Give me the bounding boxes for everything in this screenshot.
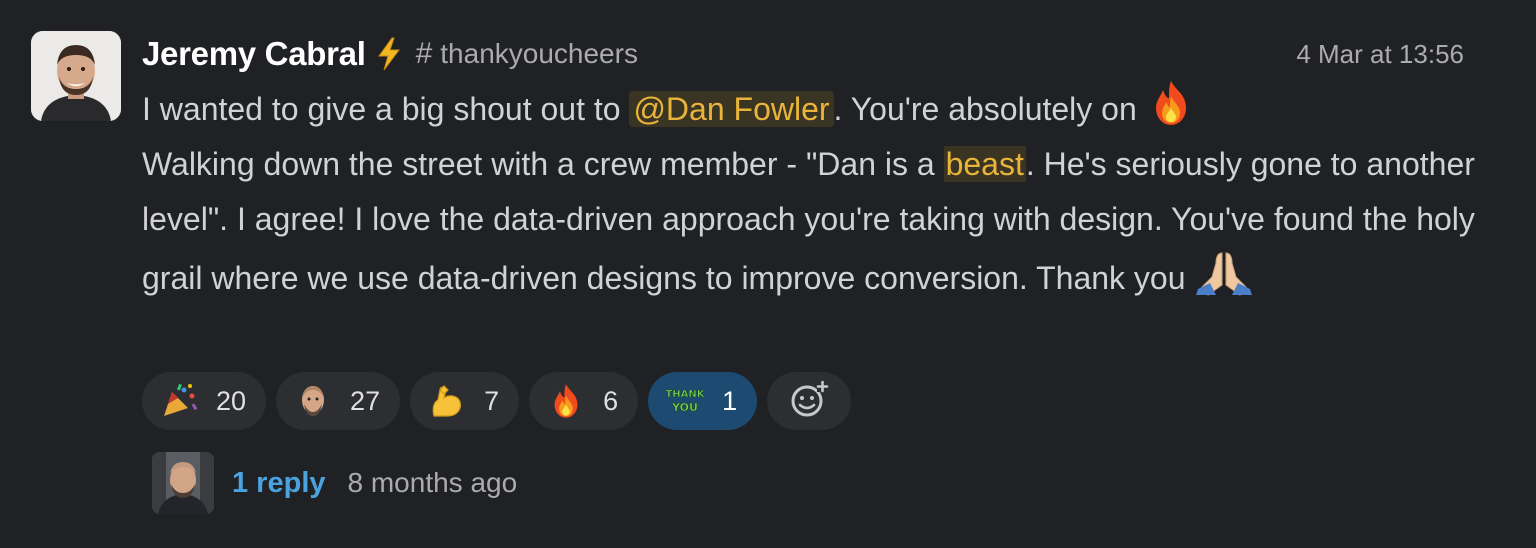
message-timestamp[interactable]: 4 Mar at 13:56 [1296, 39, 1464, 70]
reaction-count: 27 [350, 385, 381, 416]
reaction-count: 20 [216, 385, 247, 416]
message-header: Jeremy Cabral # thankyoucheers 4 Mar at … [142, 30, 1472, 78]
flexed-biceps-icon [428, 382, 466, 420]
reaction-custom-face[interactable]: 27 [276, 372, 401, 430]
custom-face-icon [294, 382, 332, 420]
body-text-2: . You're absolutely on [833, 91, 1146, 127]
message: Jeremy Cabral # thankyoucheers 4 Mar at … [0, 0, 1536, 548]
reaction-party-popper[interactable]: 20 [142, 372, 267, 430]
author-name[interactable]: Jeremy Cabral [142, 35, 366, 73]
fire-icon [547, 382, 585, 420]
message-body: I wanted to give a big shout out to @Dan… [142, 78, 1482, 306]
reply-author-avatar [152, 452, 214, 514]
thread-summary[interactable]: 1 reply 8 months ago [152, 452, 517, 514]
highlighted-word: beast [943, 146, 1026, 182]
reaction-thank-you[interactable]: THANK YOU 1 [648, 372, 758, 430]
svg-text:YOU: YOU [671, 401, 698, 414]
reaction-count: 7 [484, 385, 500, 416]
reply-time: 8 months ago [347, 467, 518, 498]
reaction-flexed-biceps[interactable]: 7 [410, 372, 520, 430]
user-mention[interactable]: @Dan Fowler [629, 91, 834, 127]
hash-icon: # [415, 37, 433, 70]
channel-link[interactable]: # thankyoucheers [416, 37, 638, 71]
channel-name: thankyoucheers [440, 38, 638, 69]
fire-emoji-icon [1146, 78, 1196, 128]
body-text-1: I wanted to give a big shout out to [142, 91, 630, 127]
author-avatar[interactable] [31, 31, 121, 121]
party-popper-icon [160, 382, 198, 420]
reaction-count: 6 [603, 385, 619, 416]
svg-text:THANK: THANK [666, 389, 704, 400]
add-reaction-button[interactable] [767, 372, 852, 430]
add-reaction-icon [789, 379, 829, 424]
reactions-bar: 20 27 7 6 THANK YOU 1 [142, 372, 852, 430]
thank-you-icon: THANK YOU [665, 382, 706, 420]
lightning-bolt-icon [376, 37, 402, 71]
reply-count-link[interactable]: 1 reply [232, 467, 326, 500]
reaction-fire[interactable]: 6 [529, 372, 639, 430]
body-text-3: Walking down the street with a crew memb… [142, 146, 944, 182]
folded-hands-emoji-icon [1194, 247, 1253, 297]
reaction-count: 1 [722, 385, 738, 416]
